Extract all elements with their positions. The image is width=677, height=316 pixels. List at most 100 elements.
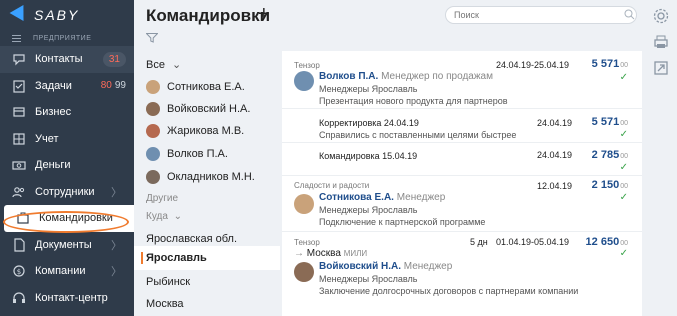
sidebar-item-contacts[interactable]: Контакты 31 bbox=[0, 46, 134, 73]
filter-person[interactable]: Волков П.А. bbox=[146, 145, 228, 163]
printer-icon[interactable] bbox=[652, 33, 670, 51]
avatar bbox=[294, 194, 314, 214]
logo[interactable]: SABY bbox=[0, 0, 134, 30]
filter-person[interactable]: Окладников М.Н. bbox=[146, 168, 255, 186]
amount-kopecks: 00 bbox=[620, 183, 628, 190]
suitcase-icon bbox=[16, 211, 30, 225]
amount-kopecks: 00 bbox=[620, 240, 628, 247]
gear-icon[interactable] bbox=[652, 7, 670, 25]
sidebar-item-tasks[interactable]: Задачи 80 99 bbox=[0, 73, 134, 100]
trip-route: → Москва МИЛИ bbox=[294, 248, 367, 259]
chevron-right-icon: 〉 bbox=[111, 186, 122, 199]
sidebar-item-label: Задачи bbox=[35, 79, 72, 92]
amount-value: 12 650 bbox=[585, 236, 620, 248]
trip-row[interactable]: Сладости и радости 12.04.19 2 15000 ✓ Со… bbox=[282, 177, 642, 232]
page-title: Командировки bbox=[146, 6, 271, 25]
trip-purpose: Презентация нового продукта для партнеро… bbox=[319, 96, 508, 106]
sidebar-item-label: Деньги bbox=[35, 159, 71, 172]
trip-row[interactable]: Тензор 5 дн 01.04.19-05.04.19 12 65000 ✓… bbox=[282, 233, 642, 303]
filter-destination-header[interactable]: Куда ⌄ bbox=[146, 211, 182, 222]
sidebar-item-label: Командировки bbox=[39, 212, 113, 225]
avatar bbox=[146, 124, 160, 138]
trip-purpose: Заключение долгосрочных договоров с парт… bbox=[319, 286, 579, 296]
documents-icon bbox=[12, 238, 26, 252]
trip-amount: 5 57100 bbox=[592, 58, 628, 70]
avatar bbox=[294, 262, 314, 282]
menu-icon[interactable] bbox=[12, 33, 21, 44]
money-icon bbox=[12, 158, 26, 172]
trip-row[interactable]: Тензор 24.04.19-25.04.19 5 57100 ✓ Волко… bbox=[282, 51, 642, 109]
trip-org: Сладости и радости bbox=[294, 181, 370, 190]
headset-icon bbox=[12, 291, 26, 305]
sidebar-item-label: Документы bbox=[35, 238, 92, 251]
sidebar-item-contact-center[interactable]: Контакт-центр bbox=[0, 285, 134, 312]
filter-person[interactable]: Сотникова Е.А. bbox=[146, 78, 245, 96]
section-label-row: ПРЕДПРИЯТИЕ bbox=[0, 30, 134, 46]
search-icon[interactable] bbox=[624, 9, 635, 20]
people-icon bbox=[12, 185, 26, 199]
trip-dates: 24.04.19 bbox=[537, 118, 573, 128]
sidebar-item-business[interactable]: Бизнес bbox=[0, 99, 134, 126]
trip-row[interactable]: Командировка 15.04.19 24.04.19 2 78500 ✓ bbox=[282, 144, 642, 176]
sidebar-item-business-trips[interactable]: Командировки bbox=[4, 205, 134, 232]
tasks-overdue-count: 80 bbox=[100, 80, 112, 92]
sidebar-item-companies[interactable]: $ Компании 〉 bbox=[0, 258, 134, 285]
sidebar-item-money[interactable]: Деньги bbox=[0, 152, 134, 179]
trip-employee[interactable]: Сотникова Е.А. Менеджер bbox=[319, 192, 445, 203]
avatar bbox=[146, 147, 160, 161]
trip-employee[interactable]: Войковский Н.А. Менеджер bbox=[319, 261, 452, 272]
trip-amount: 2 78500 bbox=[592, 149, 628, 161]
filter-person[interactable]: Войковский Н.А. bbox=[146, 100, 250, 118]
right-toolbar bbox=[648, 0, 677, 316]
tasks-total-count: 99 bbox=[114, 80, 126, 92]
contacts-count-badge: 31 bbox=[102, 51, 126, 67]
add-button[interactable]: + bbox=[258, 4, 270, 24]
person-name: Волков П.А. bbox=[167, 148, 228, 160]
trip-amount: 12 65000 bbox=[586, 236, 628, 248]
filter-other-link[interactable]: Другие bbox=[146, 193, 178, 204]
filter-all[interactable]: Все ⌄ bbox=[146, 58, 181, 71]
person-name: Войковский Н.А. bbox=[167, 103, 251, 115]
export-icon[interactable] bbox=[652, 59, 670, 77]
chevron-right-icon: 〉 bbox=[111, 239, 122, 252]
trip-row[interactable]: Корректировка 24.04.19 24.04.19 5 57100 … bbox=[282, 110, 642, 143]
sidebar-item-documents[interactable]: Документы 〉 bbox=[0, 232, 134, 259]
sidebar-item-accounting[interactable]: Учет bbox=[0, 126, 134, 153]
sidebar-item-label: Бизнес bbox=[35, 106, 72, 119]
trip-employee[interactable]: Волков П.А. Менеджер по продажам bbox=[319, 71, 493, 82]
search-input[interactable] bbox=[445, 6, 637, 24]
sidebar-item-label: Контакт-центр bbox=[35, 291, 108, 304]
tasks-count-badge: 80 99 bbox=[101, 80, 126, 91]
filter-panel: Все ⌄ Сотникова Е.А. Войковский Н.А. Жар… bbox=[134, 52, 280, 316]
avatar bbox=[146, 80, 160, 94]
sidebar-item-employees[interactable]: Сотрудники 〉 bbox=[0, 179, 134, 206]
amount-value: 5 571 bbox=[591, 58, 620, 70]
sidebar: SABY ПРЕДПРИЯТИЕ Контакты 31 Задачи 80 99… bbox=[0, 0, 134, 316]
avatar bbox=[146, 102, 160, 116]
filter-city[interactable]: Москва bbox=[134, 292, 280, 316]
section-label: ПРЕДПРИЯТИЕ bbox=[33, 34, 92, 42]
trip-org: Тензор bbox=[294, 238, 320, 247]
chevron-down-icon: ⌄ bbox=[172, 59, 182, 71]
company-icon: $ bbox=[12, 264, 26, 278]
filter-person[interactable]: Жарикова М.В. bbox=[146, 122, 244, 140]
avatar bbox=[294, 71, 314, 91]
sidebar-item-label: Учет bbox=[35, 132, 59, 145]
logo-mark-icon bbox=[9, 4, 31, 26]
approved-check-icon: ✓ bbox=[619, 248, 628, 259]
employee-name: Волков П.А. bbox=[319, 71, 379, 82]
trip-title: Командировка 15.04.19 bbox=[319, 151, 418, 161]
filter-city-selected[interactable]: Ярославль bbox=[134, 246, 280, 270]
filter-city[interactable]: Рыбинск bbox=[134, 270, 280, 294]
chevron-down-icon: ⌄ bbox=[173, 211, 183, 222]
filter-icon[interactable] bbox=[146, 33, 158, 43]
employee-position: Менеджер по продажам bbox=[381, 71, 493, 82]
trip-amount: 2 15000 bbox=[592, 179, 628, 191]
sidebar-item-label: Сотрудники bbox=[35, 185, 95, 198]
trip-title: Корректировка 24.04.19 bbox=[319, 118, 419, 128]
person-name: Окладников М.Н. bbox=[167, 171, 255, 183]
filter-all-label: Все bbox=[146, 59, 165, 71]
chat-bubble-icon bbox=[12, 52, 26, 66]
accounting-icon bbox=[12, 132, 26, 146]
logo-text: SABY bbox=[34, 7, 80, 23]
